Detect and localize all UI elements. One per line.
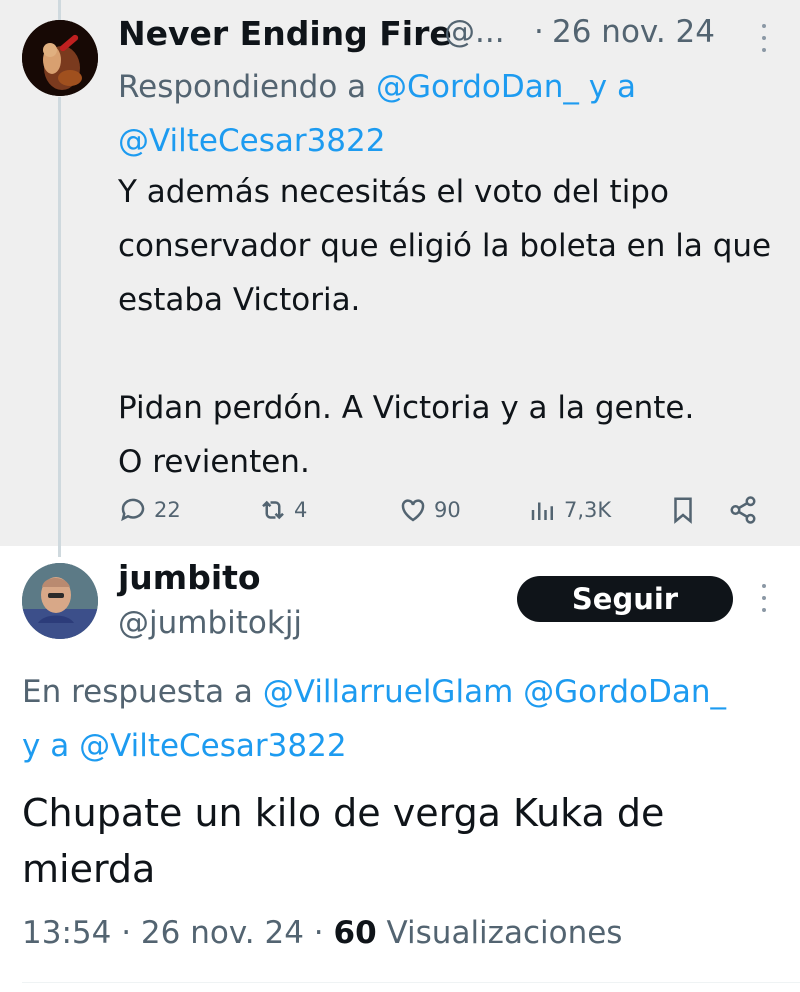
author-handle[interactable]: @... (444, 14, 505, 50)
like-icon (401, 499, 425, 522)
tweet-text: Chupate un kilo de verga Kuka de mierda (22, 791, 665, 891)
thread-line-top (58, 0, 61, 20)
tweet-date[interactable]: 26 nov. 24 (141, 915, 304, 951)
thread-line (58, 97, 61, 557)
separator: · (313, 915, 324, 951)
reply-button[interactable]: 22 (118, 490, 181, 530)
reply-count: 22 (154, 498, 181, 522)
like-count: 90 (434, 498, 461, 522)
retweet-icon (262, 500, 284, 520)
share-button[interactable] (728, 490, 758, 530)
mention-link[interactable]: @VilteCesar3822 (79, 728, 346, 764)
tweet-date[interactable]: 26 nov. 24 (552, 14, 715, 50)
share-icon (730, 496, 756, 524)
reply-joiner: y a (22, 728, 70, 764)
replying-to: Respondiendo a @GordoDan_ y a @VilteCesa… (118, 60, 768, 168)
author-name[interactable]: Never Ending Fire (118, 14, 452, 53)
tweet-time[interactable]: 13:54 (22, 915, 111, 951)
parent-tweet[interactable]: Never Ending Fire @... · 26 nov. 24 Resp… (0, 0, 800, 557)
retweet-count: 4 (294, 498, 308, 522)
separator: · (121, 915, 132, 951)
mention-link[interactable]: @GordoDan_ (523, 674, 726, 710)
mention-link[interactable]: @GordoDan_ (376, 69, 579, 105)
retweet-button[interactable]: 4 (258, 490, 307, 530)
reply-icon (121, 498, 145, 522)
author-name[interactable]: jumbito (118, 558, 261, 597)
views-count: 7,3K (564, 498, 612, 522)
mention-link[interactable]: @VillarruelGlam (263, 674, 513, 710)
reply-prefix: En respuesta a (22, 674, 253, 710)
separator: · (534, 14, 544, 50)
divider (22, 982, 800, 983)
follow-button[interactable]: Seguir (517, 576, 733, 622)
like-button[interactable]: 90 (398, 490, 461, 530)
views-count: 60 (333, 915, 377, 951)
tweet-meta: 13:54 · 26 nov. 24 · 60 Visualizaciones (22, 915, 622, 951)
tweet-text: Y además necesitás el voto del tipo cons… (118, 174, 772, 480)
replying-to: En respuesta a @VillarruelGlam @GordoDan… (22, 665, 800, 773)
more-icon[interactable] (759, 584, 769, 612)
avatar[interactable] (22, 20, 98, 96)
reply-prefix: Respondiendo a (118, 69, 367, 105)
bookmark-icon (674, 497, 692, 524)
mention-link[interactable]: @VilteCesar3822 (118, 123, 385, 159)
views-button[interactable]: 7,3K (528, 490, 611, 530)
views-label: Visualizaciones (386, 915, 623, 951)
author-handle[interactable]: @jumbitokjj (118, 605, 302, 641)
bookmark-button[interactable] (668, 490, 698, 530)
more-icon[interactable] (759, 24, 769, 52)
views-icon (531, 502, 553, 520)
avatar[interactable] (22, 563, 98, 639)
reply-joiner: y a (588, 69, 636, 105)
action-bar: 22 4 90 7,3K (118, 490, 778, 530)
